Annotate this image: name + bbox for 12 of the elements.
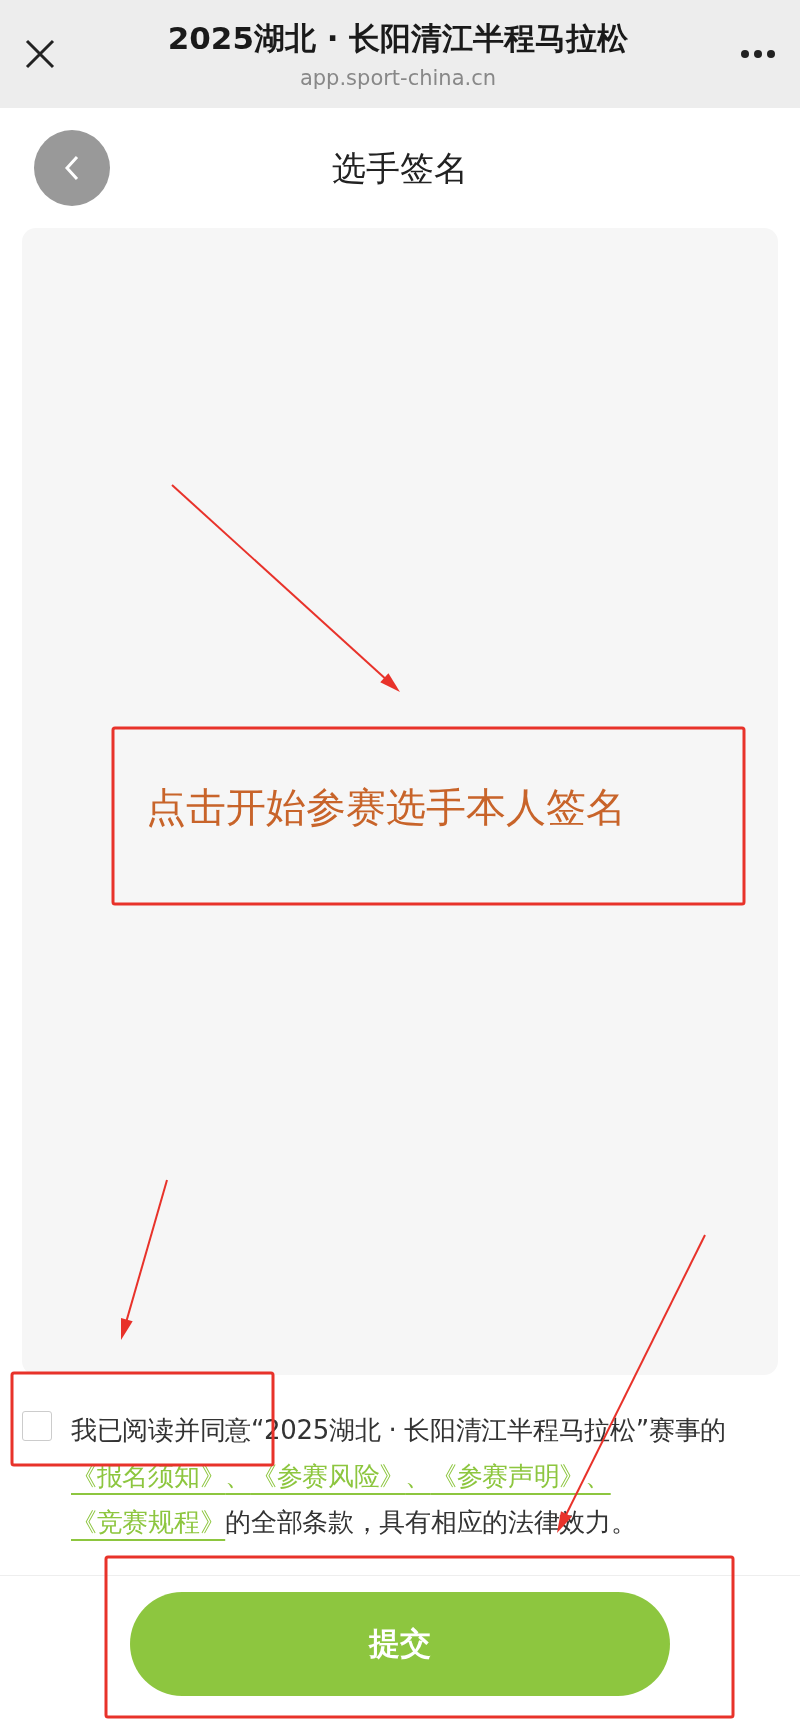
terms-link[interactable]: 《参赛风险》 xyxy=(250,1461,406,1491)
agree-checkbox[interactable] xyxy=(22,1411,52,1441)
terms-link[interactable]: 《参赛声明》 xyxy=(430,1461,585,1491)
page-title: 选手签名 xyxy=(332,147,468,190)
page-url: app.sport-china.cn xyxy=(299,66,497,90)
annotation-text: 点击开始参赛选手本人签名 xyxy=(146,783,626,832)
close-icon[interactable] xyxy=(24,38,56,70)
window-title: 2025湖北 · 长阳清江半程马拉松 xyxy=(167,19,629,58)
terms-link[interactable]: 《竞赛规程》 xyxy=(71,1507,226,1537)
submit-button[interactable]: 提交 xyxy=(130,1592,670,1696)
back-icon xyxy=(64,154,80,182)
more-icon[interactable] xyxy=(740,49,776,59)
